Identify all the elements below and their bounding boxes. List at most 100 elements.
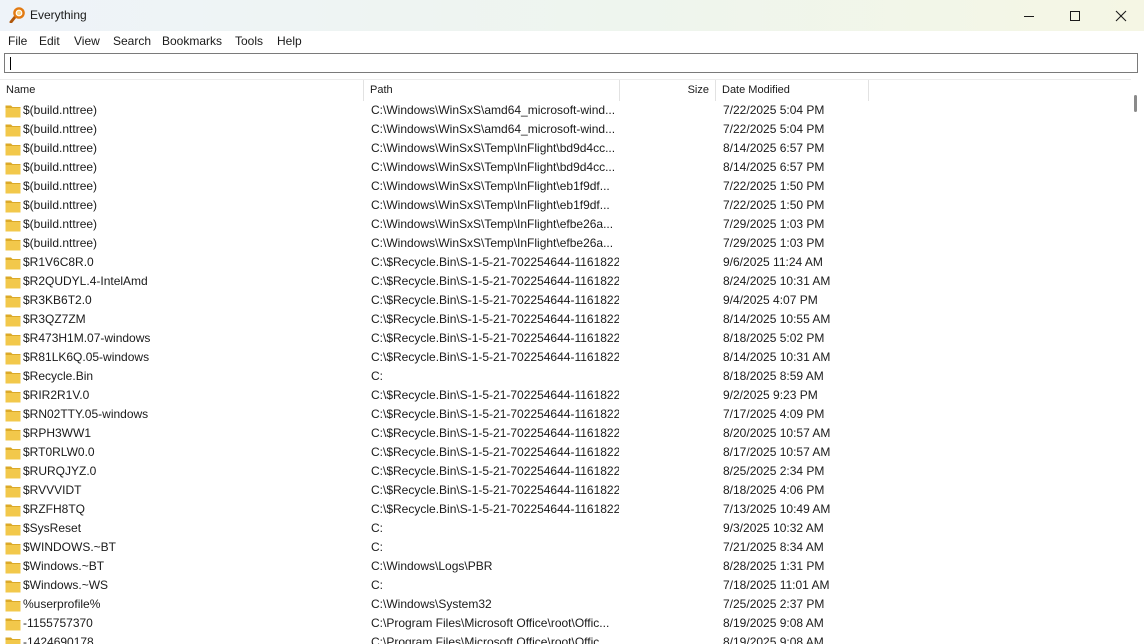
result-date-modified: 7/13/2025 10:49 AM (723, 502, 831, 516)
result-row[interactable]: $(build.nttree) C:\Windows\WinSxS\Temp\In… (0, 177, 1131, 196)
result-row[interactable]: $R2QUDYL.4-IntelAmd C:\$Recycle.Bin\S-1-5… (0, 272, 1131, 291)
folder-icon (5, 274, 21, 289)
result-date-modified: 8/14/2025 6:57 PM (723, 160, 825, 174)
result-row[interactable]: $(build.nttree) C:\Windows\WinSxS\Temp\In… (0, 196, 1131, 215)
result-path: C:\Windows\System32 (371, 597, 492, 611)
title-bar[interactable]: Everything (0, 0, 1144, 31)
result-name: $RIR2R1V.0 (23, 388, 90, 402)
menu-search[interactable]: Search (113, 34, 151, 48)
result-name: $(build.nttree) (23, 122, 98, 136)
result-row[interactable]: $RVVVIDT C:\$Recycle.Bin\S-1-5-21-7022546… (0, 481, 1131, 500)
result-date-modified: 8/14/2025 6:57 PM (723, 141, 825, 155)
result-date-modified: 7/29/2025 1:03 PM (723, 236, 825, 250)
result-name: $(build.nttree) (23, 198, 98, 212)
result-date-modified: 7/17/2025 4:09 PM (723, 407, 825, 421)
folder-icon (5, 312, 21, 327)
result-row[interactable]: $RZFH8TQ C:\$Recycle.Bin\S-1-5-21-7022546… (0, 500, 1131, 519)
folder-icon (5, 236, 21, 251)
folder-icon (5, 369, 21, 384)
result-size (621, 481, 710, 500)
result-row[interactable]: $R1V6C8R.0 C:\$Recycle.Bin\S-1-5-21-70225… (0, 253, 1131, 272)
result-name: $RURQJYZ.0 (23, 464, 97, 478)
close-button[interactable] (1098, 0, 1144, 31)
result-row[interactable]: $Windows.~BT C:\Windows\Logs\PBR 8/28/2025… (0, 557, 1131, 576)
result-name: $R3QZ7ZM (23, 312, 86, 326)
result-size (621, 234, 710, 253)
column-header-path[interactable]: Path (365, 80, 620, 101)
menu-tools[interactable]: Tools (235, 34, 263, 48)
folder-icon (5, 540, 21, 555)
result-size (621, 557, 710, 576)
result-size (621, 120, 710, 139)
result-row[interactable]: $Windows.~WS C: 7/18/2025 11:01 AM (0, 576, 1131, 595)
folder-icon (5, 521, 21, 536)
result-path: C:\Program Files\Microsoft Office\root\O… (371, 616, 610, 630)
menu-edit[interactable]: Edit (39, 34, 60, 48)
result-name: $R473H1M.07-windows (23, 331, 151, 345)
result-name: $(build.nttree) (23, 141, 98, 155)
result-row[interactable]: $(build.nttree) C:\Windows\WinSxS\Temp\In… (0, 158, 1131, 177)
result-path: C:\$Recycle.Bin\S-1-5-21-702254644-11618… (371, 331, 619, 345)
column-header-row: Name Path Size Date Modified (0, 79, 1131, 101)
result-size (621, 196, 710, 215)
result-path: C:\$Recycle.Bin\S-1-5-21-702254644-11618… (371, 483, 619, 497)
result-row[interactable]: -1155757370 C:\Program Files\Microsoft Of… (0, 614, 1131, 633)
results-list[interactable]: $(build.nttree) C:\Windows\WinSxS\amd64_m… (0, 101, 1131, 644)
result-row[interactable]: $R3QZ7ZM C:\$Recycle.Bin\S-1-5-21-7022546… (0, 310, 1131, 329)
result-date-modified: 7/25/2025 2:37 PM (723, 597, 825, 611)
result-row[interactable]: %userprofile% C:\Windows\System32 7/25/202… (0, 595, 1131, 614)
search-input[interactable] (4, 53, 1138, 73)
result-size (621, 101, 710, 120)
result-date-modified: 9/3/2025 10:32 AM (723, 521, 824, 535)
result-date-modified: 8/19/2025 9:08 AM (723, 635, 824, 644)
result-row[interactable]: $(build.nttree) C:\Windows\WinSxS\Temp\In… (0, 139, 1131, 158)
result-row[interactable]: $(build.nttree) C:\Windows\WinSxS\amd64_m… (0, 101, 1131, 120)
column-header-name[interactable]: Name (0, 80, 364, 101)
column-header-size[interactable]: Size (621, 80, 716, 101)
result-name: $Windows.~WS (23, 578, 109, 592)
folder-icon (5, 217, 21, 232)
column-header-date-modified[interactable]: Date Modified (717, 80, 869, 101)
result-name: -1424690178 (23, 635, 94, 644)
result-row[interactable]: $RIR2R1V.0 C:\$Recycle.Bin\S-1-5-21-70225… (0, 386, 1131, 405)
result-row[interactable]: $WINDOWS.~BT C: 7/21/2025 8:34 AM (0, 538, 1131, 557)
result-row[interactable]: $R473H1M.07-windows C:\$Recycle.Bin\S-1-5… (0, 329, 1131, 348)
result-row[interactable]: $RPH3WW1 C:\$Recycle.Bin\S-1-5-21-7022546… (0, 424, 1131, 443)
result-name: $RZFH8TQ (23, 502, 86, 516)
result-row[interactable]: $(build.nttree) C:\Windows\WinSxS\Temp\In… (0, 215, 1131, 234)
vertical-scrollbar[interactable] (1131, 79, 1144, 644)
scrollbar-thumb[interactable] (1134, 95, 1137, 112)
folder-icon (5, 426, 21, 441)
minimize-button[interactable] (1006, 0, 1052, 31)
result-row[interactable]: -1424690178 C:\Program Files\Microsoft Of… (0, 633, 1131, 644)
result-size (621, 177, 710, 196)
result-row[interactable]: $RN02TTY.05-windows C:\$Recycle.Bin\S-1-5… (0, 405, 1131, 424)
result-row[interactable]: $Recycle.Bin C: 8/18/2025 8:59 AM (0, 367, 1131, 386)
folder-icon (5, 122, 21, 137)
menu-bookmarks[interactable]: Bookmarks (162, 34, 222, 48)
result-path: C:\$Recycle.Bin\S-1-5-21-702254644-11618… (371, 312, 619, 326)
result-path: C:\Windows\Logs\PBR (371, 559, 493, 573)
result-row[interactable]: $(build.nttree) C:\Windows\WinSxS\amd64_m… (0, 120, 1131, 139)
menu-help[interactable]: Help (277, 34, 302, 48)
result-size (621, 538, 710, 557)
maximize-button[interactable] (1052, 0, 1098, 31)
result-path: C:\$Recycle.Bin\S-1-5-21-702254644-11618… (371, 274, 619, 288)
result-row[interactable]: $R81LK6Q.05-windows C:\$Recycle.Bin\S-1-5… (0, 348, 1131, 367)
result-row[interactable]: $RT0RLW0.0 C:\$Recycle.Bin\S-1-5-21-70225… (0, 443, 1131, 462)
result-date-modified: 7/21/2025 8:34 AM (723, 540, 824, 554)
result-path: C: (371, 521, 383, 535)
result-row[interactable]: $(build.nttree) C:\Windows\WinSxS\Temp\In… (0, 234, 1131, 253)
result-name: $(build.nttree) (23, 236, 98, 250)
result-date-modified: 7/29/2025 1:03 PM (723, 217, 825, 231)
menu-file[interactable]: File (8, 34, 27, 48)
result-row[interactable]: $R3KB6T2.0 C:\$Recycle.Bin\S-1-5-21-70225… (0, 291, 1131, 310)
folder-icon (5, 141, 21, 156)
menu-view[interactable]: View (74, 34, 100, 48)
folder-icon (5, 179, 21, 194)
result-date-modified: 8/20/2025 10:57 AM (723, 426, 831, 440)
result-row[interactable]: $RURQJYZ.0 C:\$Recycle.Bin\S-1-5-21-70225… (0, 462, 1131, 481)
folder-icon (5, 597, 21, 612)
result-size (621, 310, 710, 329)
result-row[interactable]: $SysReset C: 9/3/2025 10:32 AM (0, 519, 1131, 538)
